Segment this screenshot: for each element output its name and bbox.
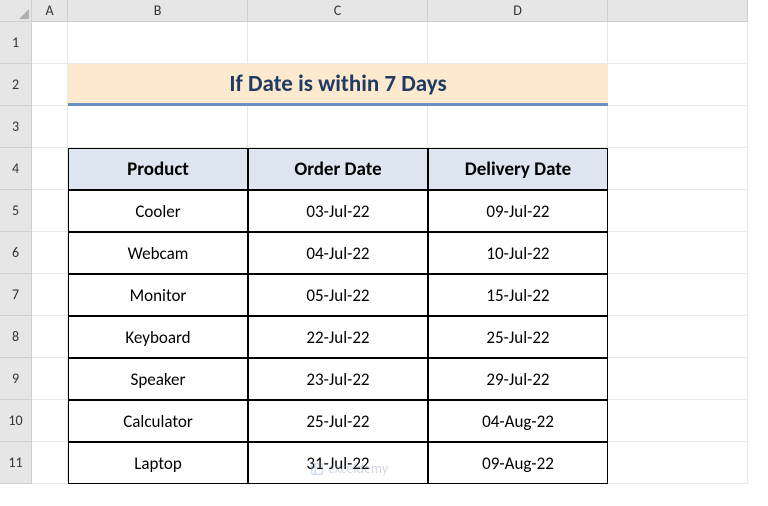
table-header-delivery[interactable]: Delivery Date xyxy=(428,148,608,190)
table-cell-order[interactable]: 22-Jul-22 xyxy=(248,316,428,358)
title-banner[interactable]: If Date is within 7 Days xyxy=(68,64,608,106)
col-header-c[interactable]: C xyxy=(248,0,428,22)
cell[interactable] xyxy=(32,106,68,148)
row-header[interactable]: 11 xyxy=(0,442,32,484)
row-header[interactable]: 8 xyxy=(0,316,32,358)
cell[interactable] xyxy=(608,316,748,358)
row-header[interactable]: 7 xyxy=(0,274,32,316)
table-header-order[interactable]: Order Date xyxy=(248,148,428,190)
select-all-corner[interactable] xyxy=(0,0,32,22)
cell[interactable] xyxy=(608,442,748,484)
cell[interactable] xyxy=(608,274,748,316)
cell[interactable] xyxy=(32,358,68,400)
cell[interactable] xyxy=(608,106,748,148)
cell[interactable] xyxy=(428,22,608,64)
table-cell-delivery[interactable]: 04-Aug-22 xyxy=(428,400,608,442)
cell[interactable] xyxy=(608,400,748,442)
cell[interactable] xyxy=(608,190,748,232)
table-cell-delivery[interactable]: 09-Jul-22 xyxy=(428,190,608,232)
table-cell-product[interactable]: Cooler xyxy=(68,190,248,232)
col-header-b[interactable]: B xyxy=(68,0,248,22)
cell[interactable] xyxy=(32,232,68,274)
cell[interactable] xyxy=(32,190,68,232)
row-header[interactable]: 2 xyxy=(0,64,32,106)
row-header[interactable]: 9 xyxy=(0,358,32,400)
table-cell-delivery[interactable]: 15-Jul-22 xyxy=(428,274,608,316)
cell[interactable] xyxy=(608,22,748,64)
cell[interactable] xyxy=(32,274,68,316)
cell[interactable] xyxy=(32,316,68,358)
table-cell-order[interactable]: 05-Jul-22 xyxy=(248,274,428,316)
cell[interactable] xyxy=(608,148,748,190)
table-header-product[interactable]: Product xyxy=(68,148,248,190)
cell[interactable] xyxy=(32,400,68,442)
cell[interactable] xyxy=(608,64,748,106)
row-header[interactable]: 5 xyxy=(0,190,32,232)
cell[interactable] xyxy=(68,22,248,64)
table-cell-order[interactable]: 23-Jul-22 xyxy=(248,358,428,400)
table-cell-product[interactable]: Monitor xyxy=(68,274,248,316)
cell[interactable] xyxy=(32,148,68,190)
table-cell-delivery[interactable]: 29-Jul-22 xyxy=(428,358,608,400)
table-cell-delivery[interactable]: 25-Jul-22 xyxy=(428,316,608,358)
col-header-blank[interactable] xyxy=(608,0,748,22)
cell[interactable] xyxy=(32,22,68,64)
table-cell-delivery[interactable]: 09-Aug-22 xyxy=(428,442,608,484)
row-header[interactable]: 1 xyxy=(0,22,32,64)
spreadsheet-grid: A B C D 1 2 If Date is within 7 Days 3 4… xyxy=(0,0,768,484)
table-cell-order[interactable]: 04-Jul-22 xyxy=(248,232,428,274)
cell[interactable] xyxy=(608,358,748,400)
row-header[interactable]: 6 xyxy=(0,232,32,274)
cell[interactable] xyxy=(248,22,428,64)
row-header[interactable]: 3 xyxy=(0,106,32,148)
table-cell-product[interactable]: Webcam xyxy=(68,232,248,274)
cell[interactable] xyxy=(32,64,68,106)
table-cell-product[interactable]: Keyboard xyxy=(68,316,248,358)
table-cell-product[interactable]: Speaker xyxy=(68,358,248,400)
cell[interactable] xyxy=(608,232,748,274)
col-header-a[interactable]: A xyxy=(32,0,68,22)
table-cell-order[interactable]: 31-Jul-22 xyxy=(248,442,428,484)
table-cell-order[interactable]: 25-Jul-22 xyxy=(248,400,428,442)
cell[interactable] xyxy=(248,106,428,148)
table-cell-product[interactable]: Calculator xyxy=(68,400,248,442)
cell[interactable] xyxy=(428,106,608,148)
table-cell-product[interactable]: Laptop xyxy=(68,442,248,484)
table-cell-order[interactable]: 03-Jul-22 xyxy=(248,190,428,232)
table-cell-delivery[interactable]: 10-Jul-22 xyxy=(428,232,608,274)
row-header[interactable]: 10 xyxy=(0,400,32,442)
col-header-d[interactable]: D xyxy=(428,0,608,22)
cell[interactable] xyxy=(32,442,68,484)
row-header[interactable]: 4 xyxy=(0,148,32,190)
cell[interactable] xyxy=(68,106,248,148)
